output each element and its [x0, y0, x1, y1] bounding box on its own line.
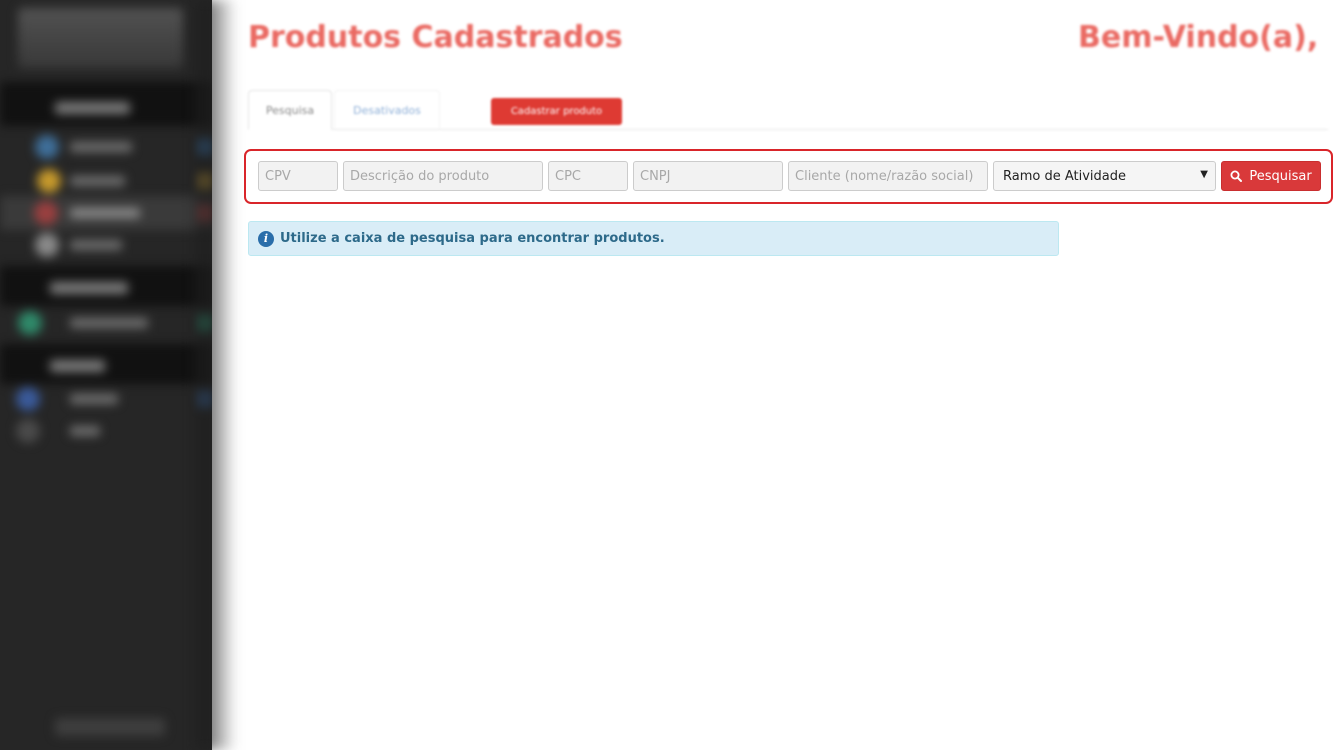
- cnpj-input[interactable]: [633, 161, 783, 191]
- sidebar-logo: [18, 8, 183, 68]
- sidebar-section-title: [50, 282, 128, 294]
- sidebar-item[interactable]: [0, 130, 212, 164]
- info-alert-text: Utilize a caixa de pesquisa para encontr…: [280, 231, 665, 246]
- page-title: Produtos Cadastrados: [248, 20, 623, 55]
- sidebar-item-label: [70, 208, 140, 218]
- sidebar-item-icon: [34, 201, 58, 225]
- tab-bar: Pesquisa Desativados Cadastrar produto: [248, 90, 1328, 130]
- ramo-atividade-select[interactable]: Ramo de Atividade ▼: [993, 161, 1216, 191]
- sidebar-section-title: [55, 102, 130, 114]
- app-window: Produtos Cadastrados Bem-Vindo(a), Pesqu…: [0, 0, 1336, 750]
- sidebar-blurred-content: [0, 0, 212, 750]
- sidebar-item-active[interactable]: [0, 196, 212, 230]
- cadastrar-produto-button[interactable]: Cadastrar produto: [491, 98, 622, 125]
- pesquisar-button[interactable]: Pesquisar: [1221, 161, 1321, 191]
- sidebar-item-label: [70, 318, 148, 328]
- tab-pesquisa[interactable]: Pesquisa: [248, 90, 332, 130]
- search-icon: [1230, 170, 1243, 182]
- sidebar-item-icon: [35, 233, 59, 257]
- sidebar-item[interactable]: [0, 228, 212, 262]
- sidebar-item[interactable]: [0, 306, 212, 340]
- descricao-produto-input[interactable]: [343, 161, 543, 191]
- sidebar-item-label: [70, 426, 100, 436]
- info-icon: i: [258, 231, 274, 247]
- pesquisar-button-label: Pesquisar: [1249, 168, 1312, 184]
- sidebar-item[interactable]: [0, 164, 212, 198]
- sidebar-item[interactable]: [0, 382, 212, 416]
- sidebar-section-header: [0, 344, 212, 384]
- sidebar-item-icon: [18, 311, 42, 335]
- pesquisar-button-content: Pesquisar: [1222, 169, 1320, 184]
- sidebar-item-label: [70, 176, 125, 186]
- search-panel: Ramo de Atividade ▼ Pesquisar: [244, 149, 1333, 204]
- dropdown-caret-icon: ▼: [1200, 169, 1208, 180]
- sidebar-section-header: [0, 266, 212, 306]
- sidebar: [0, 0, 212, 750]
- cpc-input[interactable]: [548, 161, 628, 191]
- tab-desativados[interactable]: Desativados: [334, 90, 440, 130]
- sidebar-section-header: [0, 82, 212, 126]
- sidebar-item-label: [70, 394, 118, 404]
- sidebar-item[interactable]: [0, 414, 212, 448]
- sidebar-item-icon: [35, 135, 59, 159]
- welcome-message: Bem-Vindo(a),: [1078, 20, 1319, 55]
- sidebar-shadow: [196, 0, 236, 750]
- sidebar-section-title: [50, 360, 105, 372]
- cpv-input[interactable]: [258, 161, 338, 191]
- sidebar-footer: [55, 718, 165, 736]
- ramo-atividade-value: Ramo de Atividade: [1003, 169, 1126, 184]
- sidebar-item-label: [70, 240, 122, 250]
- sidebar-item-icon: [16, 419, 40, 443]
- info-alert: i Utilize a caixa de pesquisa para encon…: [248, 221, 1059, 256]
- sidebar-item-label: [70, 142, 132, 152]
- sidebar-item-icon: [37, 169, 61, 193]
- cliente-input[interactable]: [788, 161, 988, 191]
- sidebar-item-icon: [16, 387, 40, 411]
